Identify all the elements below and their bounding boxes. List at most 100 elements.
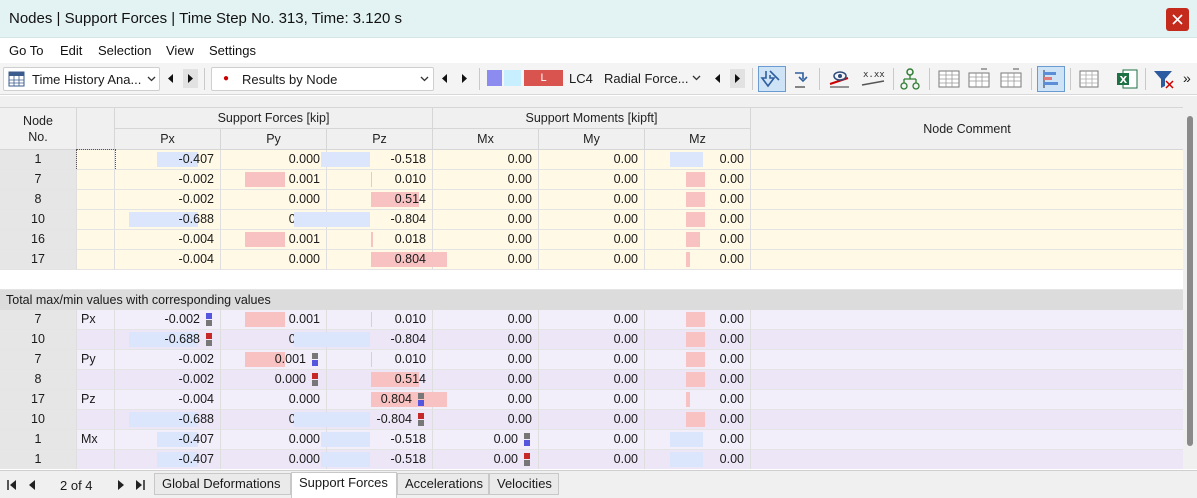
extreme-marker — [312, 380, 318, 386]
tab-velocities[interactable]: Velocities — [489, 473, 559, 495]
prev-arrow-icon[interactable] — [437, 69, 453, 88]
mx-value: 0.00 — [507, 372, 532, 386]
next-page-icon[interactable] — [115, 479, 127, 491]
py-cell: 0.000 — [221, 190, 327, 210]
filter-icon[interactable] — [1151, 67, 1175, 91]
scrollbar-thumb[interactable] — [1187, 116, 1193, 446]
table-row[interactable]: 10-0.6880.000-0.8040.000.000.00 — [0, 410, 1183, 430]
table-rows-icon[interactable] — [999, 67, 1023, 91]
node-no-cell: 16 — [0, 230, 77, 250]
table-row[interactable]: 7 Px -0.002 0.001 0.010 0.00 0.00 0.00 — [0, 310, 1183, 330]
my-value: 0.00 — [613, 412, 638, 426]
table-row[interactable]: 16 -0.004 0.001 0.018 0.00 0.00 0.00 — [0, 230, 1183, 250]
tab-accelerations[interactable]: Accelerations — [397, 473, 489, 495]
analysis-combo[interactable]: Time History Ana... — [3, 67, 160, 91]
px-cell: -0.002 — [115, 350, 221, 370]
next-arrow-icon[interactable] — [456, 69, 472, 88]
table-view-icon[interactable] — [937, 67, 961, 91]
table-row[interactable]: 7 Py -0.002 0.001 0.010 0.00 0.00 0.00 — [0, 350, 1183, 370]
table-row[interactable]: 1 -0.407 0.000 -0.518 0.00 0.00 0.00 — [0, 149, 1183, 171]
mx-value: 0.00 — [507, 152, 532, 166]
tab-global-deformations[interactable]: Global Deformations — [154, 473, 291, 495]
table-row[interactable]: 1 Mx -0.407 0.000 -0.518 0.00 0.00 0.00 — [0, 430, 1183, 450]
pz-value: 0.018 — [394, 232, 426, 246]
comment-cell[interactable] — [751, 170, 1183, 190]
mx-cell: 0.00 — [433, 350, 539, 370]
comment-cell[interactable] — [751, 210, 1183, 230]
excel-export-icon[interactable]: X — [1115, 67, 1139, 91]
table-row[interactable]: 8 -0.002 0.000 0.514 0.00 0.00 0.00 — [0, 190, 1183, 210]
mz-value: 0.00 — [719, 152, 744, 166]
menu-view[interactable]: View — [166, 43, 194, 58]
menu-go-to[interactable]: Go To — [9, 43, 43, 58]
bar-diagram-icon[interactable] — [1037, 66, 1065, 92]
my-cell: 0.00 — [539, 230, 645, 250]
first-page-icon[interactable] — [6, 479, 18, 491]
prev-page-icon[interactable] — [26, 479, 38, 491]
comment-cell[interactable] — [751, 230, 1183, 250]
mz-cell: 0.00 — [645, 250, 751, 270]
table-row[interactable]: 1 -0.407 0.000 -0.518 0.00 0.00 0.00 — [0, 450, 1183, 469]
prev-arrow-icon[interactable] — [710, 69, 726, 88]
filter-nodes-icon[interactable] — [898, 67, 922, 91]
px-value: -0.002 — [164, 312, 200, 326]
vertical-scrollbar[interactable] — [1183, 96, 1197, 469]
menu-settings[interactable]: Settings — [209, 43, 256, 58]
my-cell: 0.00 — [539, 150, 645, 170]
comment-cell[interactable] — [751, 370, 1183, 390]
node-no-cell: 10 — [0, 210, 77, 230]
menu-selection[interactable]: Selection — [98, 43, 151, 58]
results-combo[interactable]: ● Results by Node — [211, 67, 434, 91]
px-value: -0.002 — [178, 372, 214, 386]
prev-arrow-icon[interactable] — [163, 69, 179, 88]
toolbar-overflow-button[interactable]: » — [1183, 70, 1191, 86]
mx-cell: 0.00 — [433, 230, 539, 250]
mx-cell: 0.00 — [433, 170, 539, 190]
comment-cell[interactable] — [751, 190, 1183, 210]
px-value: -0.688 — [164, 332, 200, 346]
tag-cell — [77, 210, 115, 230]
table-row[interactable]: 17 Pz -0.004 0.000 0.804 0.00 0.00 0.00 — [0, 390, 1183, 410]
header-support-moments: Support Moments [kipft] — [433, 108, 751, 129]
table-row[interactable]: 8 -0.002 0.000 0.514 0.00 0.00 0.00 — [0, 370, 1183, 390]
comment-cell[interactable] — [751, 150, 1183, 170]
tab-support-forces[interactable]: Support Forces — [291, 472, 397, 498]
mz-value: 0.00 — [719, 232, 744, 246]
comment-cell[interactable] — [751, 450, 1183, 469]
pz-cell: -0.518 — [321, 430, 433, 450]
select-in-model-icon[interactable] — [758, 66, 786, 92]
pz-value: 0.804 — [394, 252, 426, 266]
comment-cell[interactable] — [751, 390, 1183, 410]
header-node-label: Node No. — [23, 114, 53, 144]
table-row[interactable]: 17 -0.004 0.000 0.804 0.00 0.00 0.00 — [0, 250, 1183, 270]
next-arrow-icon[interactable] — [729, 69, 745, 88]
node-no-cell: 1 — [0, 450, 77, 469]
table-columns-icon[interactable] — [967, 67, 991, 91]
my-value: 0.00 — [613, 152, 638, 166]
grid-view-icon[interactable] — [1077, 67, 1101, 91]
comment-cell[interactable] — [751, 350, 1183, 370]
comment-cell[interactable] — [751, 430, 1183, 450]
value-bar — [670, 452, 703, 467]
px-value: -0.002 — [178, 352, 214, 366]
table-row[interactable]: 7 -0.002 0.001 0.010 0.00 0.00 0.00 — [0, 170, 1183, 190]
py-cell: 0.001 — [221, 230, 327, 250]
table-row[interactable]: 10-0.6880.000-0.8040.000.000.00 — [0, 210, 1183, 230]
lc-combo-label: Radial Force... — [604, 71, 688, 86]
pz-value: 0.514 — [394, 372, 426, 386]
lc-combo[interactable]: Radial Force... — [596, 67, 707, 91]
mz-cell: 0.00 — [645, 450, 751, 469]
table-row[interactable]: 10-0.6880.000-0.8040.000.000.00 — [0, 330, 1183, 350]
last-page-icon[interactable] — [134, 479, 146, 491]
py-cell: 0.000 — [221, 390, 327, 410]
comment-cell[interactable] — [751, 330, 1183, 350]
visibility-icon[interactable] — [827, 67, 851, 91]
close-button[interactable] — [1166, 8, 1189, 31]
decimal-places-icon[interactable]: x.xx — [860, 67, 888, 91]
jump-icon[interactable] — [789, 67, 813, 91]
comment-cell[interactable] — [751, 410, 1183, 430]
comment-cell[interactable] — [751, 250, 1183, 270]
menu-edit[interactable]: Edit — [60, 43, 82, 58]
next-arrow-icon[interactable] — [182, 69, 198, 88]
comment-cell[interactable] — [751, 310, 1183, 330]
